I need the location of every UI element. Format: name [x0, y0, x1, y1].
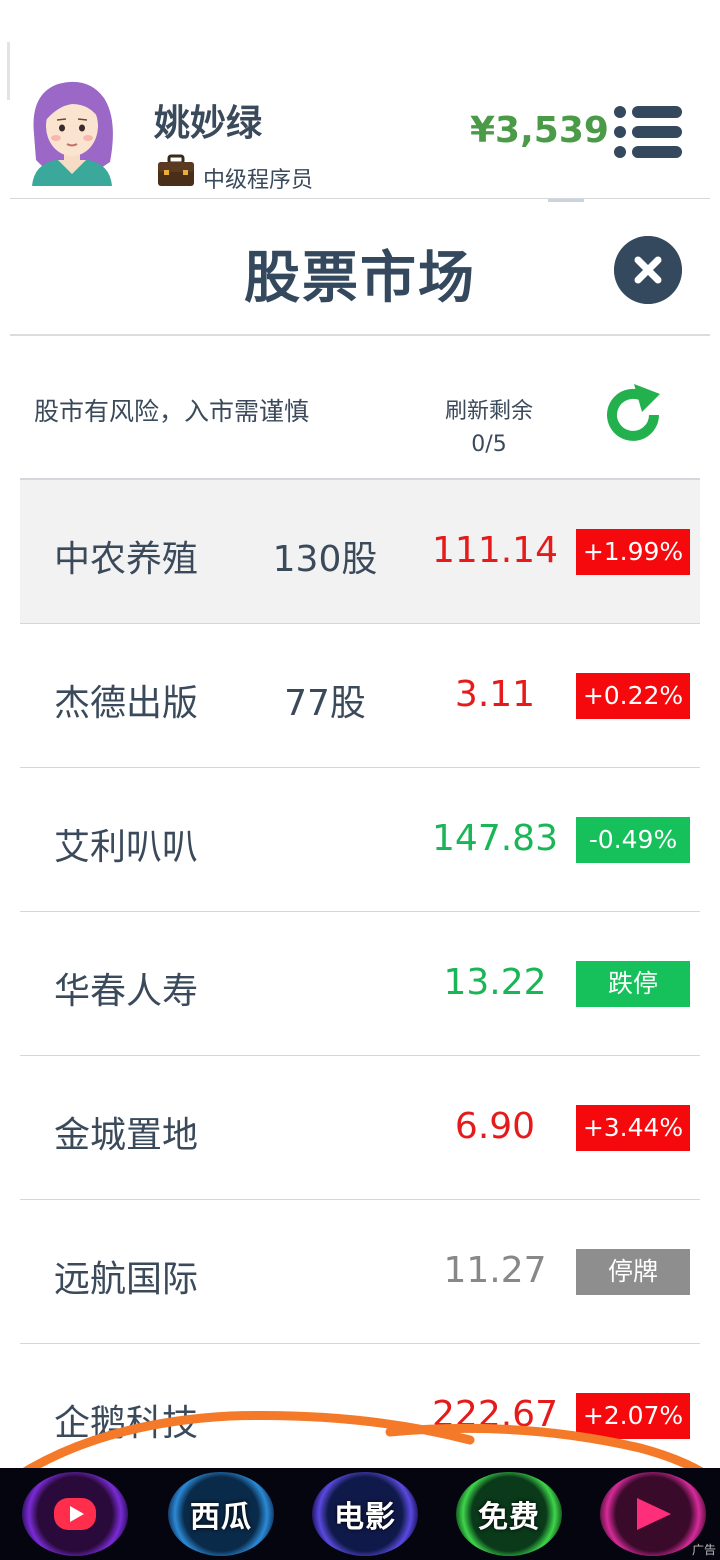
- stock-change-badge: +0.22%: [576, 673, 690, 719]
- stock-name: 艾利叭叭: [54, 827, 199, 868]
- close-icon[interactable]: [614, 236, 682, 304]
- stock-change-badge: 跌停: [576, 961, 690, 1007]
- user-name: 姚妙绿: [154, 103, 263, 144]
- ad-bar: 西瓜 电影 免费 广告: [0, 1468, 720, 1560]
- stock-shares: 130股: [272, 539, 378, 580]
- stock-name: 企鹅科技: [54, 1403, 199, 1444]
- stock-price: 6.90: [454, 1106, 536, 1147]
- stock-row[interactable]: 杰德出版 77股 3.11 +0.22%: [20, 624, 700, 768]
- stock-name: 远航国际: [54, 1259, 199, 1300]
- stock-list: 中农养殖 130股 111.14 +1.99% 杰德出版 77股 3.11 +0.22% 艾利叭…: [20, 478, 700, 1488]
- stock-change-badge: 停牌: [576, 1249, 690, 1295]
- stock-change-badge: -0.49%: [576, 817, 690, 863]
- ad-item-label: 西瓜: [190, 1500, 252, 1535]
- stock-row[interactable]: 中农养殖 130股 111.14 +1.99%: [20, 480, 700, 624]
- stock-price: 222.67: [432, 1394, 558, 1435]
- job-title: 中级程序员: [203, 168, 314, 193]
- stock-row[interactable]: 远航国际 11.27 停牌: [20, 1200, 700, 1344]
- stock-shares: 77股: [284, 683, 366, 724]
- ad-item-movie[interactable]: 电影: [312, 1472, 418, 1556]
- risk-warning: 股市有风险，入市需谨慎: [34, 397, 310, 426]
- avatar: [32, 81, 113, 186]
- header-divider: [10, 198, 710, 199]
- stock-change-badge: +3.44%: [576, 1105, 690, 1151]
- stock-price: 13.22: [443, 962, 547, 1003]
- ad-tag: 广告: [691, 1543, 716, 1557]
- stock-change-badge: +2.07%: [576, 1393, 690, 1439]
- header: 姚妙绿 中级程序员 ¥3,539: [0, 0, 720, 202]
- stock-row[interactable]: 华春人寿 13.22 跌停: [20, 912, 700, 1056]
- play-icon[interactable]: [600, 1472, 706, 1556]
- stock-price: 3.11: [454, 674, 536, 715]
- video-app-glyph: [54, 1498, 96, 1530]
- stock-price: 147.83: [432, 818, 558, 859]
- ad-item-label: 电影: [334, 1500, 396, 1535]
- briefcase-icon: [158, 154, 194, 186]
- stock-row[interactable]: 企鹅科技 222.67 +2.07%: [20, 1344, 700, 1488]
- stock-name: 华春人寿: [54, 971, 199, 1012]
- stock-row[interactable]: 艾利叭叭 147.83 -0.49%: [20, 768, 700, 912]
- stock-change-badge: +1.99%: [576, 529, 690, 575]
- ad-item-free[interactable]: 免费: [456, 1472, 562, 1556]
- stock-name: 金城置地: [54, 1115, 199, 1156]
- hamburger-menu-icon[interactable]: [612, 104, 684, 160]
- play-glyph: [637, 1498, 671, 1530]
- video-app-icon[interactable]: [22, 1472, 128, 1556]
- refresh-remaining-count: 0/5: [471, 432, 507, 457]
- page-title: 股票市场: [244, 246, 476, 311]
- header-tick: [548, 199, 584, 202]
- stock-name: 中农养殖: [54, 539, 199, 580]
- refresh-remaining-label: 刷新剩余: [444, 399, 533, 424]
- stock-price: 11.27: [443, 1250, 547, 1291]
- refresh-icon[interactable]: [598, 380, 668, 450]
- ad-item-xigua[interactable]: 西瓜: [168, 1472, 274, 1556]
- stock-name: 杰德出版: [54, 683, 199, 724]
- stock-row[interactable]: 金城置地 6.90 +3.44%: [20, 1056, 700, 1200]
- stock-price: 111.14: [432, 530, 558, 571]
- ad-item-label: 免费: [478, 1500, 540, 1535]
- title-divider: [10, 334, 710, 336]
- balance-amount: ¥3,539: [470, 110, 609, 151]
